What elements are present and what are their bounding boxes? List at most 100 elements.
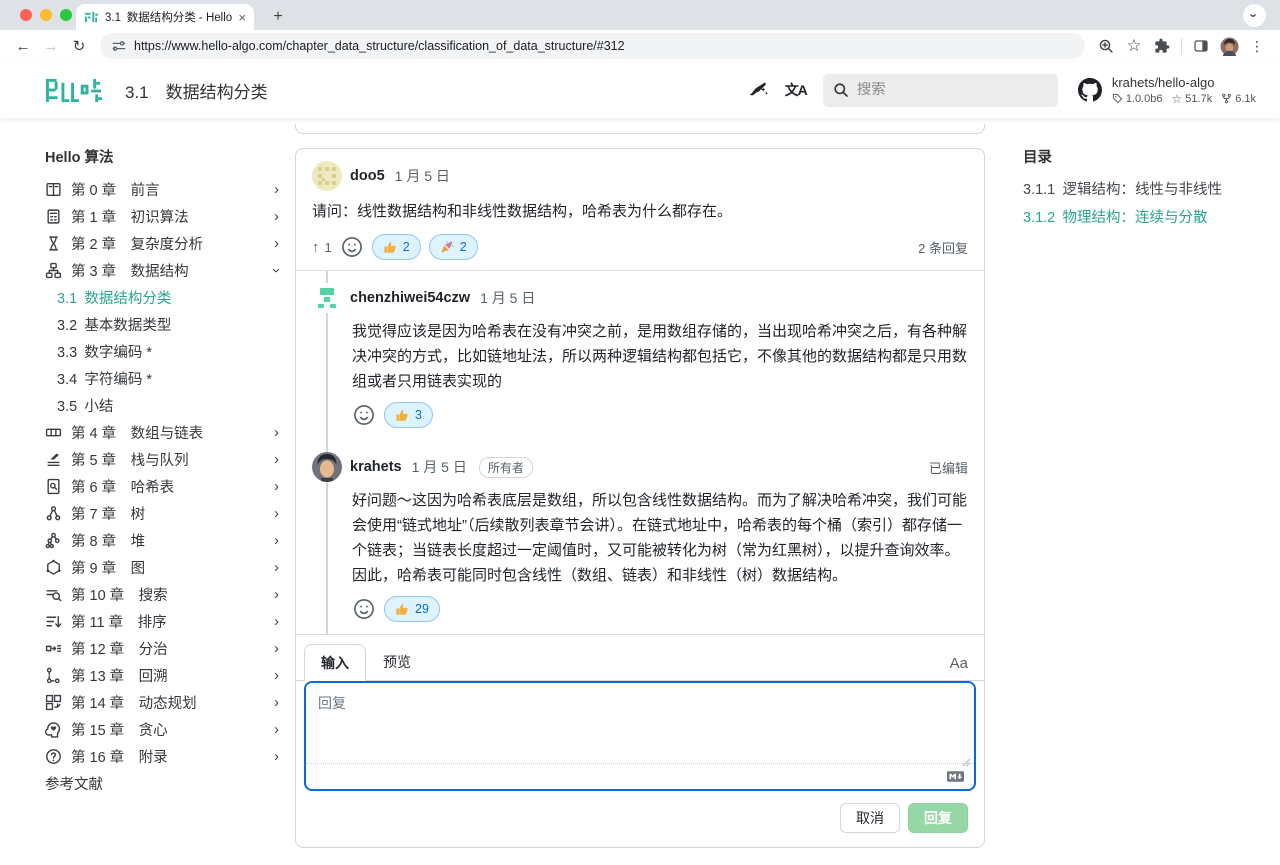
main-content: doo5 1 月 5 日 请问：线性数据结构和非线性数据结构，哈希表为什么都存在…	[295, 118, 985, 865]
extensions-icon[interactable]	[1149, 33, 1175, 59]
sidebar-item[interactable]: 第 12 章 分治›	[45, 635, 285, 662]
reaction-pill[interactable]: 2	[372, 234, 421, 260]
chevron-right-icon[interactable]: ›	[274, 722, 279, 737]
reply-author[interactable]: krahets	[350, 459, 402, 475]
add-reaction-button[interactable]	[352, 403, 376, 427]
search-icon	[833, 82, 849, 98]
sidebar-title[interactable]: Hello 算法	[45, 144, 285, 168]
reply-textarea[interactable]	[306, 683, 974, 763]
chevron-right-icon[interactable]: ›	[274, 236, 279, 251]
sidebar-item-label: 第 13 章 回溯	[71, 665, 274, 686]
chevron-right-icon[interactable]: ›	[274, 479, 279, 494]
tab-write[interactable]: 输入	[304, 644, 366, 681]
chevron-right-icon[interactable]: ›	[274, 641, 279, 656]
chevron-right-icon[interactable]: ›	[274, 182, 279, 197]
resize-handle-icon[interactable]	[962, 754, 971, 772]
calculator-icon	[45, 208, 62, 225]
upvote-button[interactable]: ↑ 1	[312, 239, 332, 256]
reload-button[interactable]: ↻	[66, 33, 92, 59]
tab-close-icon[interactable]: ×	[238, 11, 246, 24]
sidebar-item[interactable]: 3.3 数字编码 *	[45, 338, 285, 365]
github-repo-link[interactable]: krahets/hello-algo 1.0.0b6 ☆ 51.7k 6.1	[1078, 75, 1256, 106]
url-bar[interactable]: https://www.hello-algo.com/chapter_data_…	[100, 33, 1085, 59]
sidebar-item[interactable]: 第 8 章 堆›	[45, 527, 285, 554]
sidebar-item[interactable]: 第 10 章 搜索›	[45, 581, 285, 608]
side-panel-icon[interactable]	[1188, 33, 1214, 59]
tab-search-button[interactable]: ›	[1243, 4, 1266, 27]
sidebar-item[interactable]: 3.5 小结	[45, 392, 285, 419]
sidebar-item-label: 第 6 章 哈希表	[71, 476, 274, 497]
avatar-krahets[interactable]	[312, 452, 342, 482]
profile-avatar[interactable]	[1216, 33, 1242, 59]
sidebar-item[interactable]: 第 13 章 回溯›	[45, 662, 285, 689]
toc-item[interactable]: 3.1.1 逻辑结构：线性与非线性	[1023, 174, 1280, 202]
sidebar-item[interactable]: 第 4 章 数组与链表›	[45, 419, 285, 446]
reaction-pill[interactable]: 3	[384, 402, 433, 428]
back-button[interactable]: ←	[10, 33, 36, 59]
chevron-right-icon[interactable]: ›	[274, 614, 279, 629]
window-close-button[interactable]	[20, 9, 32, 21]
sidebar-item[interactable]: 第 11 章 排序›	[45, 608, 285, 635]
reply-author[interactable]: chenzhiwei54czw	[350, 290, 470, 306]
sidebar-item[interactable]: 第 3 章 数据结构›	[45, 257, 285, 284]
sidebar-item[interactable]: 第 6 章 哈希表›	[45, 473, 285, 500]
comment-date[interactable]: 1 月 5 日	[395, 166, 450, 186]
bookmark-star-icon[interactable]: ☆	[1121, 33, 1147, 59]
chevron-right-icon[interactable]: ›	[274, 425, 279, 440]
sidebar-item[interactable]: 第 7 章 树›	[45, 500, 285, 527]
reply-date[interactable]: 1 月 5 日	[480, 288, 535, 308]
sidebar-item-label: 第 14 章 动态规划	[71, 692, 274, 713]
sidebar-item-label: 3.2 基本数据类型	[57, 314, 285, 335]
tab-preview[interactable]: 预览	[366, 643, 428, 680]
sidebar-item[interactable]: 第 1 章 初识算法›	[45, 203, 285, 230]
chevron-right-icon[interactable]: ›	[274, 695, 279, 710]
search-input[interactable]	[857, 82, 1048, 98]
chevron-right-icon[interactable]: ›	[274, 452, 279, 467]
window-zoom-button[interactable]	[60, 9, 72, 21]
hello-algo-logo[interactable]	[45, 77, 103, 104]
window-minimize-button[interactable]	[40, 9, 52, 21]
avatar-doo5[interactable]	[312, 161, 342, 191]
search-box[interactable]	[823, 74, 1058, 107]
theme-toggle-icon[interactable]	[748, 80, 769, 101]
upvote-count: 1	[325, 240, 332, 255]
add-reaction-button[interactable]	[352, 597, 376, 621]
avatar-chenzhiwei54czw[interactable]	[312, 283, 342, 313]
sidebar-item[interactable]: 3.2 基本数据类型	[45, 311, 285, 338]
chevron-right-icon[interactable]: ›	[274, 587, 279, 602]
reply-submit-button[interactable]: 回复	[908, 803, 968, 833]
forward-button[interactable]: →	[38, 33, 64, 59]
sidebar-item[interactable]: 第 9 章 图›	[45, 554, 285, 581]
sidebar-item-active[interactable]: 3.1 数据结构分类	[45, 284, 285, 311]
browser-tab[interactable]: 3.1 数据结构分类 - Hello 算法 ×	[76, 4, 254, 30]
text-format-icon[interactable]: Aa	[950, 655, 968, 680]
reaction-pill[interactable]: 29	[384, 596, 440, 622]
cancel-button[interactable]: 取消	[840, 803, 900, 833]
chevron-right-icon[interactable]: ›	[274, 209, 279, 224]
chevron-down-icon[interactable]: ›	[269, 268, 284, 273]
chevron-right-icon[interactable]: ›	[274, 560, 279, 575]
translate-icon[interactable]: 文A	[785, 80, 807, 100]
sidebar-item[interactable]: 第 16 章 附录›	[45, 743, 285, 770]
chevron-right-icon[interactable]: ›	[274, 668, 279, 683]
browser-menu-icon[interactable]: ⋮	[1244, 33, 1270, 59]
chevron-right-icon[interactable]: ›	[274, 533, 279, 548]
chevron-right-icon[interactable]: ›	[274, 506, 279, 521]
sidebar-item[interactable]: 第 15 章 贪心›	[45, 716, 285, 743]
edited-label: 已编辑	[929, 458, 968, 477]
sidebar-item[interactable]: 第 0 章 前言›	[45, 176, 285, 203]
add-reaction-button[interactable]	[340, 235, 364, 259]
reaction-pill[interactable]: 2	[429, 234, 478, 260]
sidebar-item[interactable]: 第 14 章 动态规划›	[45, 689, 285, 716]
new-tab-button[interactable]: +	[266, 5, 290, 29]
sidebar-item[interactable]: 参考文献	[45, 770, 285, 797]
sidebar-item[interactable]: 3.4 字符编码 *	[45, 365, 285, 392]
chevron-right-icon[interactable]: ›	[274, 749, 279, 764]
sidebar-item[interactable]: 第 2 章 复杂度分析›	[45, 230, 285, 257]
zoom-indicator-icon[interactable]	[1093, 33, 1119, 59]
site-settings-icon[interactable]	[112, 39, 126, 53]
comment-author[interactable]: doo5	[350, 168, 385, 184]
toc-item-active[interactable]: 3.1.2 物理结构：连续与分散	[1023, 202, 1280, 230]
reply-date[interactable]: 1 月 5 日	[412, 457, 467, 477]
sidebar-item[interactable]: 第 5 章 栈与队列›	[45, 446, 285, 473]
